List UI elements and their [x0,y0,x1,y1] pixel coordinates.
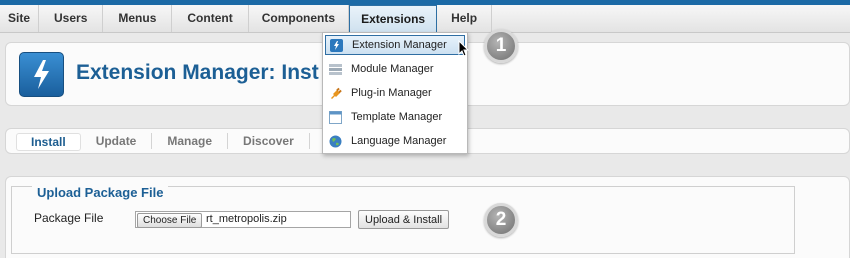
language-icon [329,135,342,148]
menu-menus[interactable]: Menus [103,5,173,32]
menu-item-label: Extension Manager [352,39,447,51]
extension-icon [330,39,343,52]
admin-menubar: Site Users Menus Content Components Exte… [0,5,850,33]
upload-install-button[interactable]: Upload & Install [358,210,450,229]
package-file-input[interactable]: Choose File rt_metropolis.zip [135,211,351,228]
menu-components[interactable]: Components [249,5,350,32]
choose-file-button[interactable]: Choose File [137,213,203,228]
extensions-dropdown: Extension Manager Module Manager Plug-in… [322,32,468,154]
menu-users[interactable]: Users [39,5,104,32]
selected-file-name: rt_metropolis.zip [206,213,287,225]
tab-discover[interactable]: Discover [228,133,310,149]
template-icon [329,111,342,124]
menu-item-label: Template Manager [351,111,443,123]
menu-help[interactable]: Help [437,5,493,32]
plugin-icon [329,87,342,100]
menu-item-label: Language Manager [351,135,447,147]
menu-item-language-manager[interactable]: Language Manager [325,132,465,152]
menu-item-label: Plug-in Manager [351,87,432,99]
menu-item-template-manager[interactable]: Template Manager [325,108,465,128]
menu-item-label: Module Manager [351,63,434,75]
extension-icon [19,52,64,97]
menu-site[interactable]: Site [0,5,40,32]
upload-legend: Upload Package File [32,186,169,200]
tab-install[interactable]: Install [16,133,81,151]
package-file-label: Package File [34,211,104,225]
page-title: Extension Manager: Inst [76,61,319,84]
tab-manage[interactable]: Manage [152,133,229,149]
tab-update[interactable]: Update [81,133,153,149]
module-icon [329,63,342,76]
menu-content[interactable]: Content [172,5,249,32]
callout-badge-1: 1 [484,29,518,63]
callout-badge-2: 2 [484,203,518,237]
menu-item-module-manager[interactable]: Module Manager [325,60,465,80]
menu-extensions[interactable]: Extensions [349,5,438,32]
pointer-cursor-icon [458,39,470,63]
menu-item-extension-manager[interactable]: Extension Manager [325,35,465,55]
menu-item-plugin-manager[interactable]: Plug-in Manager [325,84,465,104]
